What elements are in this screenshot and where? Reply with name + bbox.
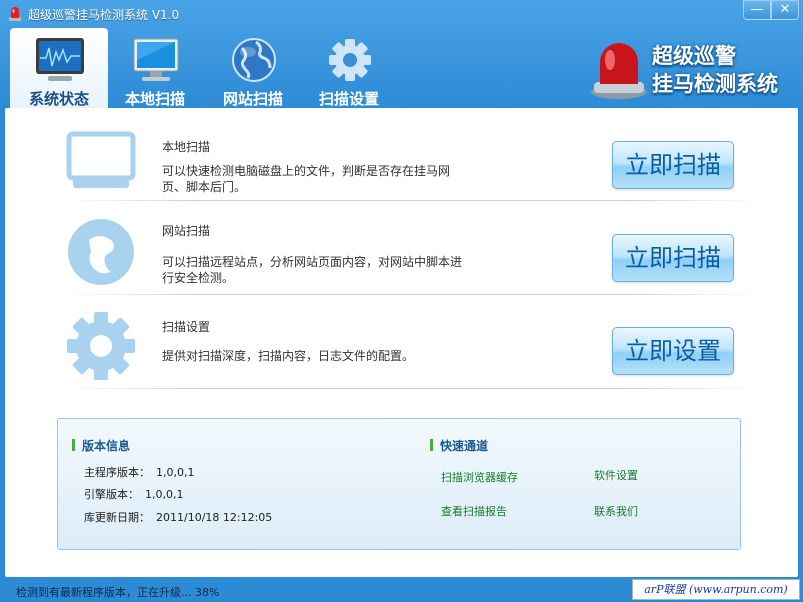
main-version-label: 主程序版本： [84,466,150,479]
feature-desc: 可以扫描远程站点，分析网站页面内容，对网站中脚本进行安全检测。 [162,255,463,285]
divider [65,200,759,201]
section-marker [72,439,75,451]
brand-logo: 超级巡警 挂马检测系统 [588,36,798,102]
feature-row-website-scan: 网站扫描 可以扫描远程站点，分析网站页面内容，对网站中脚本进行安全检测。 立即扫… [65,202,759,295]
feature-row-scan-settings: 扫描设置 提供对扫描深度，扫描内容，日志文件的配置。 立即设置 [65,296,759,389]
feature-desc: 可以快速检测电脑磁盘上的文件，判断是否存在挂马网页、脚本后门。 [162,164,451,194]
feature-title: 网站扫描 [162,224,211,238]
engine-version: 引擎版本： 1,0,0,1 [84,486,183,502]
scan-browser-cache-link[interactable]: 扫描浏览器缓存 [441,469,518,485]
feature-title: 本地扫描 [162,140,211,154]
gear-icon [329,39,371,81]
tab-label: 系统状态 [28,90,89,108]
watermark: arP联盟 (www.arpun.com) [632,579,800,600]
tab-scan-settings[interactable]: 扫描设置 [300,28,398,108]
window-title: 超级巡警挂马检测系统 V1.0 [28,8,180,22]
tab-label: 扫描设置 [318,90,379,108]
tab-system-status[interactable]: 系统状态 [10,28,108,108]
main-panel: 本地扫描 可以快速检测电脑磁盘上的文件，判断是否存在挂马网页、脚本后门。 立即扫… [5,108,798,577]
brand-title: 超级巡警 挂马检测系统 [652,42,778,98]
main-version: 主程序版本： 1,0,0,1 [84,464,194,480]
globe-icon [232,38,276,82]
version-info-title: 版本信息 [82,439,131,453]
engine-version-label: 引擎版本： [84,488,139,501]
close-button[interactable]: ✕ [771,0,799,20]
tab-label: 网站扫描 [222,90,283,108]
db-update-value: 2011/10/18 12:12:05 [156,511,273,524]
title-bar[interactable]: 超级巡警挂马检测系统 V1.0 — ✕ [0,0,803,26]
software-settings-link[interactable]: 软件设置 [594,467,638,483]
feature-desc: 提供对扫描深度，扫描内容，日志文件的配置。 [162,349,415,363]
info-box: 版本信息 主程序版本： 1,0,0,1 引擎版本： 1,0,0,1 库更新日期： 20… [57,418,741,550]
section-marker [430,439,433,451]
tab-website-scan[interactable]: 网站扫描 [204,28,302,108]
siren-icon [9,7,21,21]
siren-icon [591,43,647,99]
monitor-icon [133,38,179,81]
db-update-label: 库更新日期： [84,511,150,524]
brand-line2: 挂马检测系统 [652,72,778,96]
scan-now-local-button[interactable]: 立即扫描 [612,141,734,189]
db-update-date: 库更新日期： 2011/10/18 12:12:05 [84,509,272,525]
brand-line1: 超级巡警 [652,44,736,68]
tab-label: 本地扫描 [124,90,185,108]
monitor-icon [66,131,136,188]
gear-icon [67,312,135,380]
configure-now-button[interactable]: 立即设置 [612,327,734,375]
feature-row-local-scan: 本地扫描 可以快速检测电脑磁盘上的文件，判断是否存在挂马网页、脚本后门。 立即扫… [65,108,759,201]
minimize-button[interactable]: — [743,0,771,20]
ie-globe-icon [68,219,134,285]
divider [65,388,759,389]
contact-us-link[interactable]: 联系我们 [594,503,638,519]
engine-version-value: 1,0,0,1 [145,488,184,501]
feature-title: 扫描设置 [162,320,211,334]
status-text: 检测到有最新程序版本，正在升级... 38% [16,586,220,599]
scan-now-website-button[interactable]: 立即扫描 [612,234,734,282]
quick-access-title: 快速通道 [440,439,489,453]
monitor-chart-icon [36,38,84,81]
view-scan-report-link[interactable]: 查看扫描报告 [441,503,507,519]
divider [65,294,759,295]
main-version-value: 1,0,0,1 [156,466,195,479]
tab-local-scan[interactable]: 本地扫描 [106,28,204,108]
app-window: 超级巡警挂马检测系统 V1.0 — ✕ 系统状态 本地扫描 网站扫描 扫描设置 … [0,0,803,602]
